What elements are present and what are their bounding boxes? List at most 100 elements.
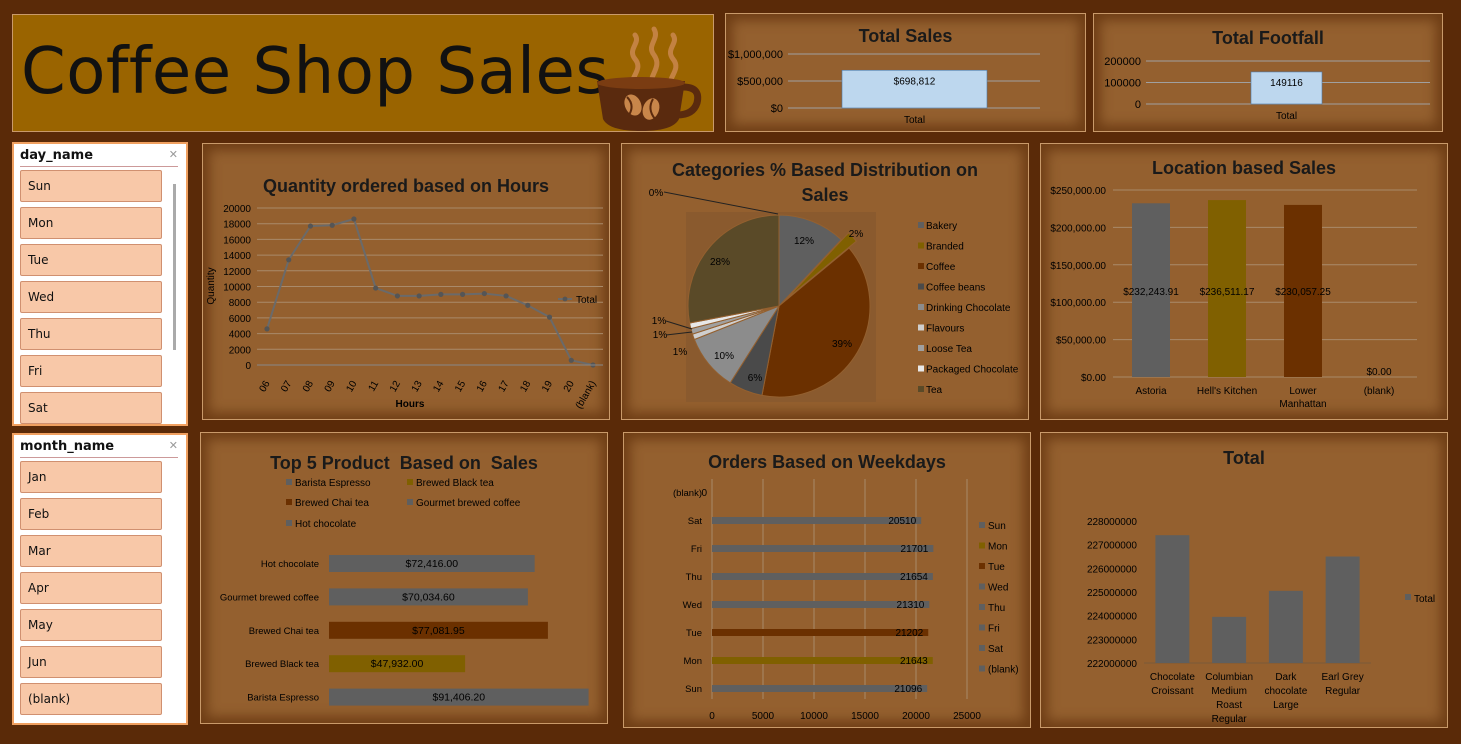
legend-label: Tea [926,385,943,396]
data-label: 12% [794,236,814,247]
data-label: 149116 [1270,78,1303,89]
categories-pie-panel: Categories % Based Distribution on Sales… [621,143,1029,420]
x-tick-label: Total [1276,111,1297,122]
y-tick-label: Sun [685,684,702,695]
y-tick-label: 227000000 [1087,541,1137,552]
legend-swatch [918,242,924,249]
leader-line [663,191,779,215]
legend-swatch [979,542,985,549]
data-label: 21654 [900,572,928,583]
x-tick-label: Dark [1275,672,1297,683]
y-tick-label: 223000000 [1087,635,1137,646]
y-tick-label: 12000 [223,267,251,278]
data-label: 2% [849,229,864,240]
slicer-item-jan[interactable]: Jan [20,461,162,493]
y-tick-label: 0 [1135,99,1141,111]
y-tick-label: 16000 [223,235,251,246]
x-axis-title: Hours [396,399,425,410]
bar [1155,535,1190,663]
slicer-item-tue[interactable]: Tue [20,244,162,276]
hours-line-chart: 0200040006000800010000120001400016000180… [206,204,603,411]
top5-bar-chart: Barista Espresso Brewed Black tea Brewed C… [220,478,589,706]
data-point [460,291,466,297]
legend-label: Packaged Chocolate [926,365,1019,376]
x-tick-label: Regular [1325,686,1361,697]
legend-label: Brewed Chai tea [295,498,369,509]
y-tick-label: $100,000.00 [1050,298,1106,309]
day-name-slicer[interactable]: day_name ✕ Sun Mon Tue Wed Thu Fri Sat [12,142,188,426]
slicer-item-mar[interactable]: Mar [20,535,162,567]
series-line [266,217,594,366]
y-tick-label: 4000 [229,330,252,341]
x-tick-label: 11 [367,379,382,394]
y-tick-label: 14000 [223,251,251,262]
x-tick-label: 06 [258,379,273,395]
y-tick-label: $0.00 [1081,373,1106,384]
x-tick-label: 07 [279,379,294,395]
data-label: $0.00 [1366,367,1391,378]
slicer-item-thu[interactable]: Thu [20,318,162,350]
y-tick-label: (blank) [673,488,702,499]
x-tick-label: 14 [431,379,446,395]
y-tick-label: $200,000.00 [1050,223,1106,234]
total-sales-chart: $0 $500,000 $1,000,000 $698,812 Total [728,49,1040,126]
x-tick-label: 08 [301,379,316,395]
slicer-item-wed[interactable]: Wed [20,281,162,313]
slicer-item-sat[interactable]: Sat [20,392,162,424]
x-tick-label: Manhattan [1279,399,1326,410]
legend-swatch [918,365,924,372]
legend-swatch [918,386,924,392]
slicer-item-may[interactable]: May [20,609,162,641]
data-label: 1% [652,316,667,327]
y-tick-label: 100000 [1104,78,1141,90]
y-tick-label: Barista Espresso [247,693,319,704]
x-tick-label: Earl Grey [1322,672,1364,683]
legend-label: Total [1414,594,1435,605]
slicer-item-apr[interactable]: Apr [20,572,162,604]
legend-swatch [1405,594,1411,600]
y-tick-label: $50,000.00 [1056,336,1106,347]
slicer-item-sun[interactable]: Sun [20,170,162,202]
y-tick-label: $250,000.00 [1050,186,1106,197]
y-axis-title: Quantity [206,267,217,304]
x-tick-label: 18 [518,379,533,395]
legend-label: Total [576,295,597,306]
x-tick-label: Chocolate [1150,672,1195,683]
data-label: $47,932.00 [371,658,424,670]
legend-swatch [979,604,985,610]
data-label: 20510 [888,516,916,527]
data-point [264,326,270,332]
y-tick-label: Hot chocolate [261,559,319,570]
data-label: $77,081.95 [412,625,465,637]
month-name-slicer[interactable]: month_name ✕ Jan Feb Mar Apr May Jun (blank) [12,433,188,725]
x-tick-label: 0 [709,711,715,722]
x-tick-label: 15000 [851,711,879,722]
legend-swatch [979,583,985,590]
y-tick-label: Brewed Chai tea [249,626,320,637]
y-tick-label: 224000000 [1087,612,1137,623]
coffee-cup-icon [597,26,702,131]
legend-swatch [918,304,924,310]
slicer-item-jun[interactable]: Jun [20,646,162,678]
slicer-item-fri[interactable]: Fri [20,355,162,387]
slicer-item-blank[interactable]: (blank) [20,683,162,715]
y-tick-label: 20000 [223,204,251,215]
slicer-item-feb[interactable]: Feb [20,498,162,530]
legend-label: Coffee [926,262,956,273]
total-sales-panel: Total Sales $0 $500,000 $1,000,000 $698,812… [725,13,1086,132]
x-tick-label: Hell's Kitchen [1197,386,1257,397]
legend-label: Wed [988,583,1008,594]
legend-swatch [286,499,292,505]
y-tick-label: $1,000,000 [728,49,783,61]
data-point [329,222,335,228]
legend-swatch [979,522,985,528]
x-tick-label: 20000 [902,711,930,722]
data-label: 0 [701,488,707,499]
slicer-item-mon[interactable]: Mon [20,207,162,239]
y-tick-label: 18000 [223,220,251,231]
x-tick-label: Croissant [1151,686,1193,697]
x-tick-label: Lower [1289,386,1317,397]
x-tick-label: Total [904,115,925,126]
y-tick-label: 8000 [229,298,252,309]
data-label: 39% [832,339,852,350]
